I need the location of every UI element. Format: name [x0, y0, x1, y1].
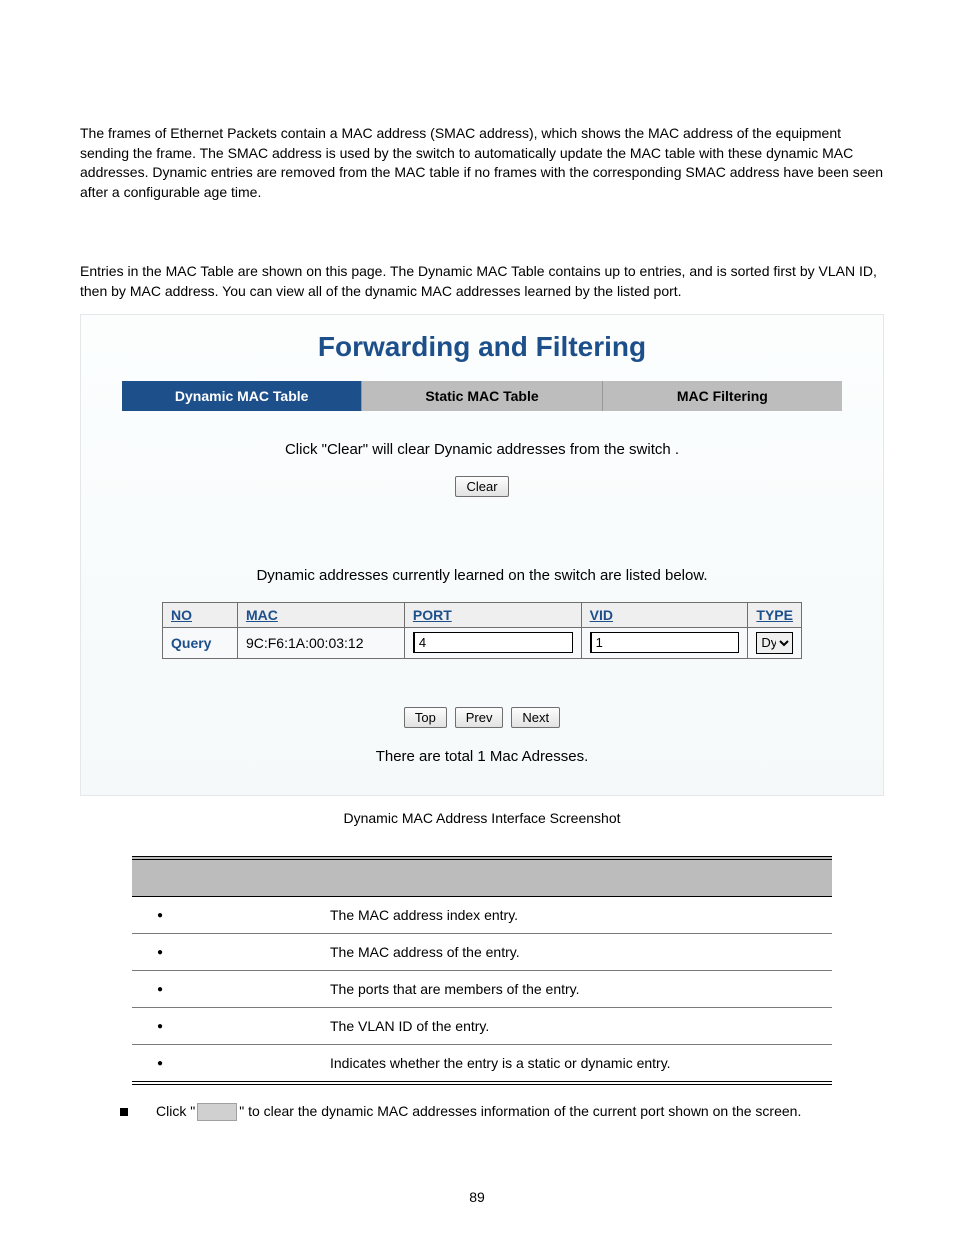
bullet-icon: ● [140, 907, 180, 921]
clear-instruction: Click "Clear" will clear Dynamic address… [81, 441, 883, 458]
square-bullet-icon [120, 1108, 128, 1116]
tab-mac-filtering[interactable]: MAC Filtering [603, 381, 842, 411]
clear-button[interactable]: Clear [455, 476, 508, 497]
list-item: ● Indicates whether the entry is a stati… [132, 1045, 832, 1085]
col-vid[interactable]: VID [590, 607, 613, 623]
note-pre: Click " [156, 1103, 195, 1119]
table-row: Query 9C:F6:1A:00:03:12 Dynamic [163, 627, 802, 658]
panel-title: Forwarding and Filtering [81, 331, 883, 363]
tab-static-mac[interactable]: Static MAC Table [362, 381, 602, 411]
table-header-row: NO MAC PORT VID TYPE [163, 602, 802, 627]
figure-caption: Dynamic MAC Address Interface Screenshot [80, 810, 884, 826]
def-desc: The VLAN ID of the entry. [330, 1018, 824, 1034]
col-port[interactable]: PORT [413, 607, 452, 623]
next-button[interactable]: Next [511, 707, 560, 728]
cell-mac: 9C:F6:1A:00:03:12 [237, 627, 404, 658]
row-label: Query [163, 627, 238, 658]
bullet-icon: ● [140, 944, 180, 958]
list-item: ● The MAC address of the entry. [132, 934, 832, 971]
col-no[interactable]: NO [171, 607, 192, 623]
list-item: ● The MAC address index entry. [132, 897, 832, 934]
port-input[interactable] [413, 632, 573, 653]
col-type[interactable]: TYPE [756, 607, 793, 623]
prev-button[interactable]: Prev [455, 707, 504, 728]
page-number: 89 [0, 1189, 954, 1205]
list-item: ● The VLAN ID of the entry. [132, 1008, 832, 1045]
col-mac[interactable]: MAC [246, 607, 278, 623]
def-desc: The ports that are members of the entry. [330, 981, 824, 997]
definition-header [132, 856, 832, 897]
learned-instruction: Dynamic addresses currently learned on t… [81, 567, 883, 584]
intro-paragraph-2: Entries in the MAC Table are shown on th… [80, 262, 884, 301]
list-item: ● The ports that are members of the entr… [132, 971, 832, 1008]
def-desc: The MAC address of the entry. [330, 944, 824, 960]
bullet-icon: ● [140, 1018, 180, 1032]
bullet-icon: ● [140, 981, 180, 995]
type-select[interactable]: Dynamic [756, 632, 793, 654]
top-button[interactable]: Top [404, 707, 447, 728]
intro2a: Entries in the MAC Table are shown on th… [80, 263, 640, 279]
total-text: There are total 1 Mac Adresses. [81, 748, 883, 765]
intro-paragraph-1: The frames of Ethernet Packets contain a… [80, 124, 884, 202]
def-desc: The MAC address index entry. [330, 907, 824, 923]
note-post: " to clear the dynamic MAC addresses inf… [239, 1103, 801, 1119]
definition-table: ● The MAC address index entry. ● The MAC… [132, 856, 832, 1085]
def-desc: Indicates whether the entry is a static … [330, 1055, 824, 1071]
tab-bar: Dynamic MAC Table Static MAC Table MAC F… [122, 381, 842, 411]
tab-dynamic-mac[interactable]: Dynamic MAC Table [122, 381, 362, 411]
bullet-icon: ● [140, 1055, 180, 1069]
clear-note: Click " " to clear the dynamic MAC addres… [80, 1085, 884, 1121]
screenshot-panel: Forwarding and Filtering Dynamic MAC Tab… [80, 314, 884, 796]
mac-table: NO MAC PORT VID TYPE Query 9C:F6:1A:00:0… [162, 602, 802, 659]
redacted-button-placeholder [197, 1103, 237, 1121]
vid-input[interactable] [590, 632, 740, 653]
